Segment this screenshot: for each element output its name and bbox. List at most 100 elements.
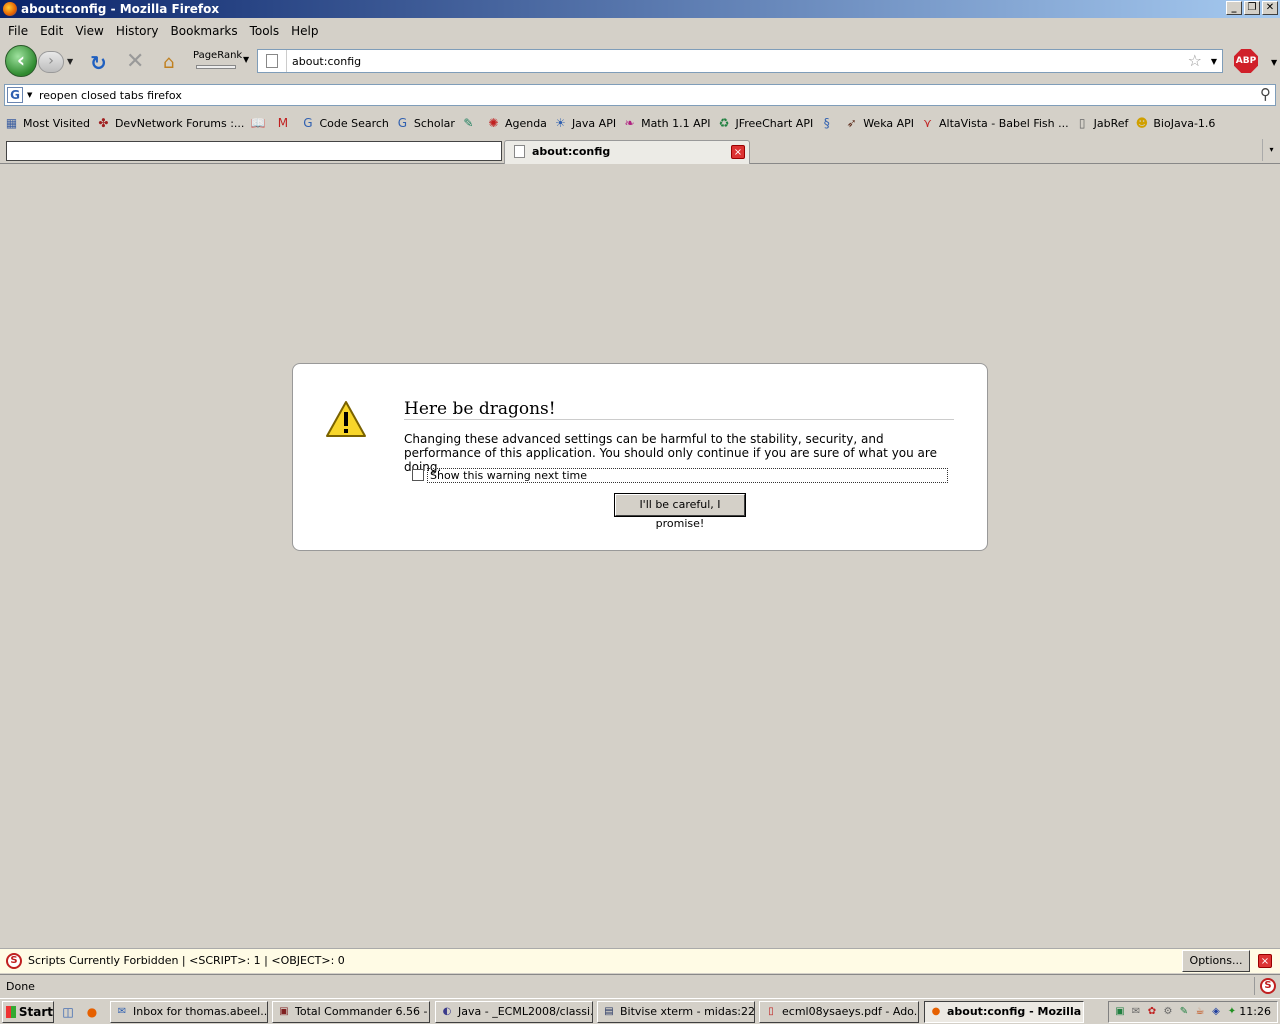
bookmark-4[interactable]: G Code Search bbox=[300, 116, 389, 131]
tab-close-icon[interactable]: × bbox=[731, 145, 745, 159]
tab-list-icon[interactable]: ▾ bbox=[1262, 139, 1280, 161]
warning-checkbox-row[interactable]: Show this warning next time bbox=[412, 468, 949, 483]
careful-button[interactable]: I'll be careful, I promise! bbox=[615, 494, 745, 530]
network-icon[interactable]: ▣ bbox=[1113, 1005, 1127, 1019]
stop-icon[interactable]: ✕ bbox=[126, 49, 144, 74]
adblock-dropdown-icon[interactable]: ▼ bbox=[1271, 58, 1277, 67]
bookmark-3[interactable]: M bbox=[275, 116, 294, 131]
menu-view[interactable]: View bbox=[69, 24, 109, 38]
dna-icon: § bbox=[823, 115, 830, 130]
pen-icon: ✎ bbox=[463, 115, 474, 130]
warning-icon bbox=[326, 401, 366, 437]
bookmark-6[interactable]: ✎ bbox=[461, 116, 480, 131]
windows-update-icon[interactable]: ◈ bbox=[1209, 1005, 1223, 1019]
sync-tray-icon[interactable]: ✎ bbox=[1177, 1005, 1191, 1019]
maximize-button[interactable]: ❐ bbox=[1244, 1, 1260, 15]
taskbar-item-4[interactable]: ▯ ecml08ysaeys.pdf - Ado... bbox=[759, 1001, 919, 1023]
tab-label: about:config bbox=[532, 145, 611, 158]
taskbar-item-5[interactable]: ● about:config - Mozilla ... bbox=[924, 1001, 1084, 1023]
bookmark-8[interactable]: ☀ Java API bbox=[553, 116, 616, 131]
close-button[interactable]: ✕ bbox=[1262, 1, 1278, 15]
start-button[interactable]: Start bbox=[2, 1001, 54, 1023]
floppy-icon: ▣ bbox=[279, 1006, 289, 1017]
taskbar: Start ◫ ● ▣ ✉ ✿ ⚙ ✎ ☕ ◈ ✦ 11:26 ✉ Inbox f… bbox=[0, 998, 1280, 1024]
bookmark-0[interactable]: ▦ Most Visited bbox=[4, 116, 90, 131]
google-icon: G bbox=[397, 115, 408, 130]
tab-filter-input[interactable] bbox=[6, 141, 502, 161]
bookmark-label: BioJava-1.6 bbox=[1153, 116, 1216, 130]
antivirus-icon[interactable]: ✿ bbox=[1145, 1005, 1159, 1019]
bookmark-label: AltaVista - Babel Fish ... bbox=[939, 116, 1069, 130]
menu-file[interactable]: File bbox=[2, 24, 34, 38]
tab-about-config[interactable]: about:config × bbox=[504, 140, 750, 164]
system-tray: ▣ ✉ ✿ ⚙ ✎ ☕ ◈ ✦ 11:26 bbox=[1108, 1001, 1278, 1023]
url-dropdown-icon[interactable]: ▼ bbox=[1211, 57, 1217, 66]
search-icon[interactable]: ⚲ bbox=[1260, 85, 1271, 103]
bookmark-11[interactable]: § bbox=[819, 116, 838, 131]
book-icon: 📖 bbox=[250, 115, 266, 130]
bookmark-15[interactable]: ☻ BioJava-1.6 bbox=[1134, 116, 1216, 131]
bookmark-7[interactable]: ✺ Agenda bbox=[486, 116, 547, 131]
noscript-close-icon[interactable]: × bbox=[1258, 954, 1272, 968]
bookmark-label: JFreeChart API bbox=[735, 116, 814, 130]
devnetwork-icon: ✤ bbox=[98, 115, 109, 130]
taskbar-item-label: ecml08ysaeys.pdf - Ado... bbox=[782, 1005, 919, 1018]
bookmark-13[interactable]: ⋎ AltaVista - Babel Fish ... bbox=[920, 116, 1069, 131]
google-icon[interactable]: G bbox=[7, 87, 23, 103]
status-text: Done bbox=[6, 980, 35, 993]
feather-icon: ❧ bbox=[624, 115, 635, 130]
menu-tools[interactable]: Tools bbox=[244, 24, 286, 38]
bookmarks-toolbar: ▦ Most Visited ✤ DevNetwork Forums :... 📖 M G C… bbox=[0, 113, 1280, 133]
bookmark-label: Scholar bbox=[413, 116, 455, 130]
mail-tray-icon[interactable]: ✉ bbox=[1129, 1005, 1143, 1019]
back-button[interactable]: ‹ bbox=[5, 45, 37, 77]
start-label: Start bbox=[18, 1004, 53, 1019]
menu-edit[interactable]: Edit bbox=[34, 24, 69, 38]
search-input[interactable]: reopen closed tabs firefox bbox=[39, 89, 182, 102]
menu-bookmarks[interactable]: Bookmarks bbox=[165, 24, 244, 38]
url-input[interactable]: about:config bbox=[292, 55, 361, 68]
taskbar-item-2[interactable]: ◐ Java - _ECML2008/classi... bbox=[435, 1001, 593, 1023]
gear-icon: ✺ bbox=[488, 115, 499, 130]
bookmark-1[interactable]: ✤ DevNetwork Forums :... bbox=[96, 116, 244, 131]
taskbar-item-0[interactable]: ✉ Inbox for thomas.abeel... bbox=[110, 1001, 268, 1023]
menu-history[interactable]: History bbox=[110, 24, 165, 38]
show-warning-checkbox[interactable] bbox=[412, 469, 424, 481]
noscript-icon: S bbox=[6, 953, 22, 969]
forward-button[interactable]: › bbox=[38, 51, 64, 73]
home-icon[interactable]: ⌂ bbox=[163, 52, 174, 73]
bookmark-star-icon[interactable]: ☆ bbox=[1188, 51, 1202, 70]
menu-help[interactable]: Help bbox=[285, 24, 324, 38]
google-search-bar[interactable]: G ▼ reopen closed tabs firefox ⚲ bbox=[4, 84, 1276, 106]
minimize-button[interactable]: _ bbox=[1226, 1, 1242, 15]
url-bar[interactable]: about:config ☆ ▼ bbox=[257, 49, 1223, 73]
warning-dialog: Here be dragons! Changing these advanced… bbox=[292, 363, 988, 551]
firefox-quicklaunch-icon[interactable]: ● bbox=[84, 1004, 100, 1020]
bookmark-5[interactable]: G Scholar bbox=[395, 116, 455, 131]
clock[interactable]: 11:26 bbox=[1239, 1005, 1271, 1018]
tool-tray-icon[interactable]: ⚙ bbox=[1161, 1005, 1175, 1019]
bookmark-label: DevNetwork Forums :... bbox=[114, 116, 245, 130]
noscript-options-button[interactable]: Options... bbox=[1182, 950, 1250, 972]
bookmark-14[interactable]: ▯ JabRef bbox=[1075, 116, 1129, 131]
security-tray-icon[interactable]: ✦ bbox=[1225, 1005, 1239, 1019]
reload-icon[interactable]: ↻ bbox=[90, 51, 107, 75]
bookmark-10[interactable]: ♻ JFreeChart API bbox=[716, 116, 814, 131]
gmail-icon: M bbox=[277, 115, 289, 130]
noscript-status-icon[interactable]: S bbox=[1260, 978, 1276, 994]
java-tray-icon[interactable]: ☕ bbox=[1193, 1005, 1207, 1019]
taskbar-item-label: Java - _ECML2008/classi... bbox=[458, 1005, 593, 1018]
search-engine-dropdown-icon[interactable]: ▼ bbox=[27, 91, 32, 99]
bookmark-label: Java API bbox=[571, 116, 617, 130]
pagerank-dropdown-icon[interactable]: ▼ bbox=[243, 55, 249, 64]
show-warning-label[interactable]: Show this warning next time bbox=[427, 468, 948, 483]
bookmark-9[interactable]: ❧ Math 1.1 API bbox=[622, 115, 711, 131]
show-desktop-icon[interactable]: ◫ bbox=[60, 1004, 76, 1020]
noscript-notification-bar: S Scripts Currently Forbidden | <SCRIPT>… bbox=[0, 948, 1280, 973]
taskbar-item-3[interactable]: ▤ Bitvise xterm - midas:22 bbox=[597, 1001, 755, 1023]
bookmark-2[interactable]: 📖 bbox=[250, 116, 269, 131]
bookmark-12[interactable]: ➶ Weka API bbox=[844, 116, 914, 131]
history-dropdown-icon[interactable]: ▼ bbox=[67, 57, 73, 66]
taskbar-item-1[interactable]: ▣ Total Commander 6.56 - ... bbox=[272, 1001, 430, 1023]
altavista-icon: ⋎ bbox=[923, 115, 932, 130]
